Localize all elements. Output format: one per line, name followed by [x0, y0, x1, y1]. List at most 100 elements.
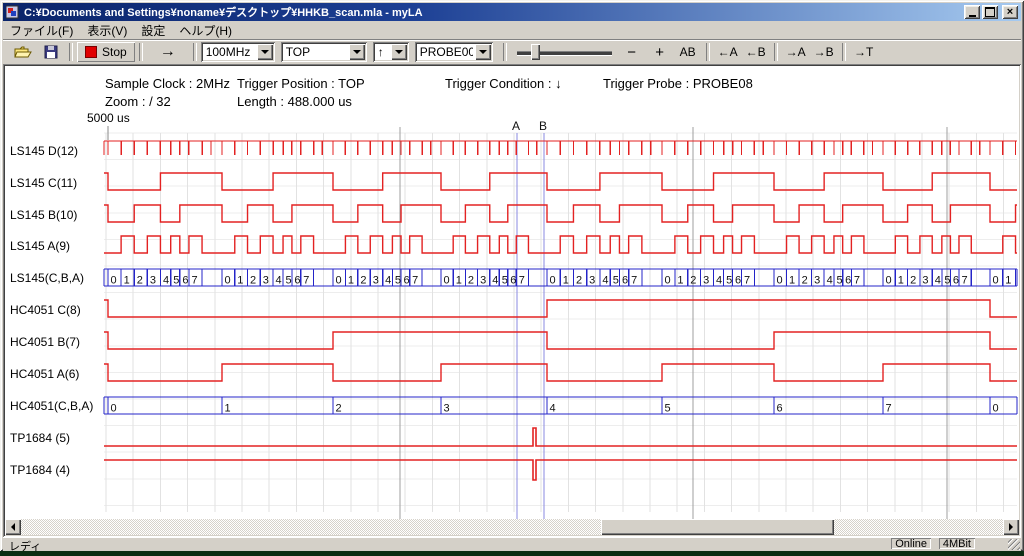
- clock-value: 100MHz: [206, 45, 255, 59]
- goto-cursor-b-right-button[interactable]: →B: [810, 42, 838, 62]
- edge-combobox[interactable]: ↑: [373, 42, 409, 62]
- svg-text:2: 2: [360, 275, 366, 287]
- chevron-down-icon: [395, 50, 403, 54]
- svg-text:7: 7: [303, 275, 309, 287]
- trigger-pos-combobox[interactable]: TOP: [281, 42, 367, 62]
- save-button[interactable]: [37, 42, 65, 62]
- scroll-right-button[interactable]: [1003, 519, 1019, 535]
- svg-text:2: 2: [468, 275, 474, 287]
- clock-dropdown-button[interactable]: [257, 44, 273, 60]
- app-icon: [6, 5, 20, 19]
- goto-cursor-b-left-button[interactable]: ←B: [742, 42, 770, 62]
- run-button[interactable]: →: [147, 42, 189, 62]
- svg-text:4: 4: [716, 275, 722, 287]
- toolbar-separator: [706, 43, 710, 61]
- toolbar-separator: [842, 43, 846, 61]
- svg-text:0: 0: [550, 275, 556, 287]
- maximize-button[interactable]: [982, 5, 998, 19]
- zoom-in-button[interactable]: +: [646, 42, 674, 62]
- svg-text:5: 5: [502, 275, 508, 287]
- channel-waveform: [104, 141, 1017, 155]
- svg-text:7: 7: [631, 275, 637, 287]
- toolbar-separator: [69, 43, 73, 61]
- probe-dropdown-button[interactable]: [475, 44, 491, 60]
- svg-text:0: 0: [225, 275, 231, 287]
- svg-text:5: 5: [613, 275, 619, 287]
- trigger-pos-dropdown-button[interactable]: [349, 44, 365, 60]
- stop-button[interactable]: Stop: [77, 42, 135, 62]
- chevron-down-icon: [479, 50, 487, 54]
- goto-cursor-a-left-button[interactable]: ←A: [714, 42, 742, 62]
- channel-label: LS145 D(12): [10, 144, 78, 158]
- minimize-button[interactable]: [964, 5, 980, 19]
- svg-text:0: 0: [993, 403, 999, 415]
- close-button[interactable]: ×: [1002, 5, 1018, 19]
- goto-trigger-button[interactable]: →T: [850, 42, 878, 62]
- svg-text:5: 5: [665, 403, 671, 415]
- svg-text:1: 1: [898, 275, 904, 287]
- svg-text:3: 3: [480, 275, 486, 287]
- svg-text:A: A: [512, 119, 520, 133]
- open-button[interactable]: [9, 42, 37, 62]
- length-text: Length : 488.000 us: [237, 94, 352, 109]
- svg-text:7: 7: [519, 275, 525, 287]
- app-window: C:¥Documents and Settings¥noname¥デスクトップ¥…: [0, 0, 1024, 551]
- svg-text:B: B: [539, 119, 547, 133]
- svg-text:4: 4: [935, 275, 941, 287]
- channel-waveform: 012345670: [104, 397, 1017, 415]
- edge-value: ↑: [378, 45, 389, 59]
- scrollbar-thumb[interactable]: [601, 519, 834, 535]
- tool-bar: Stop → 100MHz TOP ↑ PROBE00 − + AB ←A: [3, 40, 1021, 65]
- svg-text:4: 4: [550, 403, 556, 415]
- svg-text:7: 7: [191, 275, 197, 287]
- svg-text:7: 7: [961, 275, 967, 287]
- menu-file[interactable]: ファイル(F): [3, 21, 80, 40]
- zoom-out-button[interactable]: −: [618, 42, 646, 62]
- edge-dropdown-button[interactable]: [391, 44, 407, 60]
- svg-text:5: 5: [726, 275, 732, 287]
- horizontal-scrollbar[interactable]: [5, 519, 1019, 535]
- channel-label: TP1684 (5): [10, 431, 70, 445]
- svg-text:6: 6: [777, 403, 783, 415]
- zoom-slider[interactable]: [517, 43, 612, 61]
- svg-text:2: 2: [137, 275, 143, 287]
- svg-text:1: 1: [124, 275, 130, 287]
- toolbar-separator: [193, 43, 197, 61]
- zoom-slider-handle[interactable]: [531, 44, 540, 60]
- trigger-pos-value: TOP: [286, 45, 347, 59]
- menu-help[interactable]: ヘルプ(H): [172, 21, 239, 40]
- scroll-left-button[interactable]: [5, 519, 21, 535]
- menu-view[interactable]: 表示(V): [80, 21, 134, 40]
- svg-text:4: 4: [602, 275, 608, 287]
- svg-text:3: 3: [444, 403, 450, 415]
- menu-bar: ファイル(F) 表示(V) 設定 ヘルプ(H): [3, 21, 1021, 40]
- stop-icon: [85, 46, 97, 58]
- stop-label: Stop: [102, 45, 127, 59]
- chevron-down-icon: [353, 50, 361, 54]
- channel-label: HC4051(C,B,A): [10, 399, 93, 413]
- window-title: C:¥Documents and Settings¥noname¥デスクトップ¥…: [24, 4, 964, 20]
- status-online: Online: [891, 538, 931, 549]
- toolbar-separator: [503, 43, 507, 61]
- svg-text:6: 6: [622, 275, 628, 287]
- svg-text:4: 4: [492, 275, 498, 287]
- title-bar[interactable]: C:¥Documents and Settings¥noname¥デスクトップ¥…: [3, 3, 1021, 21]
- svg-text:7: 7: [886, 403, 892, 415]
- goto-cursor-a-right-button[interactable]: →A: [782, 42, 810, 62]
- svg-text:0: 0: [111, 275, 117, 287]
- probe-combobox[interactable]: PROBE00: [415, 42, 493, 62]
- svg-text:4: 4: [385, 275, 391, 287]
- clock-combobox[interactable]: 100MHz: [201, 42, 275, 62]
- zoom-text: Zoom : / 32: [105, 94, 171, 109]
- save-floppy-icon: [44, 45, 58, 59]
- channel-waveform: [104, 173, 1017, 190]
- svg-text:1: 1: [563, 275, 569, 287]
- svg-text:3: 3: [589, 275, 595, 287]
- waveform-canvas[interactable]: AB01234567012345670123456701234567012345…: [102, 112, 1019, 524]
- trigger-position-text: Trigger Position : TOP: [237, 76, 365, 91]
- menu-settings[interactable]: 設定: [134, 21, 172, 40]
- zoom-ab-button[interactable]: AB: [674, 42, 702, 62]
- channel-label: LS145 B(10): [10, 208, 77, 222]
- arrow-left-icon: [11, 523, 15, 531]
- svg-text:6: 6: [404, 275, 410, 287]
